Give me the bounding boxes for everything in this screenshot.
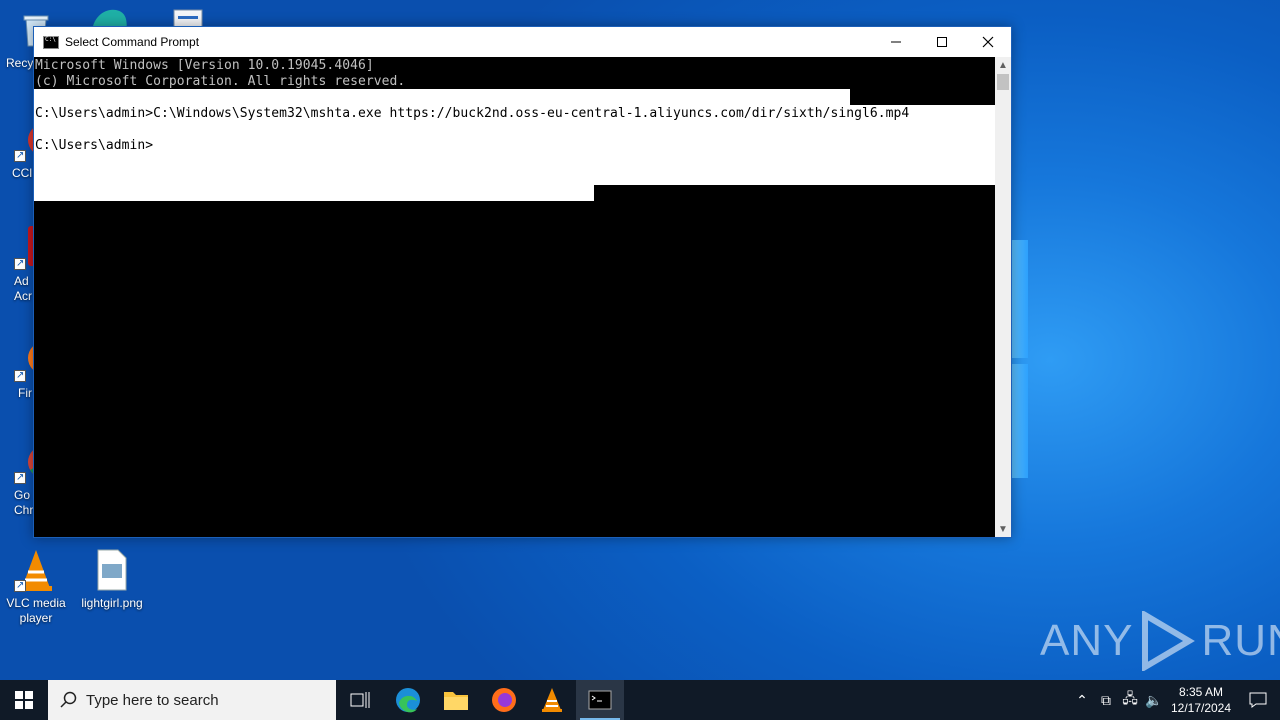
watermark-text-right: RUN — [1201, 616, 1280, 665]
taskbar-edge[interactable] — [384, 680, 432, 720]
network-sync-icon[interactable]: ⧉ — [1094, 692, 1118, 709]
start-button[interactable] — [0, 680, 48, 720]
shortcut-arrow-icon — [14, 470, 26, 485]
shortcut-arrow-icon — [14, 368, 26, 383]
taskbar-file-explorer[interactable] — [432, 680, 480, 720]
title-bar[interactable]: Select Command Prompt — [34, 27, 1011, 57]
console-line: (c) Microsoft Corporation. All rights re… — [35, 74, 406, 89]
console-line: C:\Users\admin>C:\Windows\System32\mshta… — [35, 106, 910, 121]
search-icon — [60, 691, 77, 708]
scroll-down-button[interactable]: ▼ — [995, 521, 1011, 537]
selection-highlight — [34, 185, 594, 201]
tray-overflow-chevron-icon[interactable]: ⌃ — [1070, 692, 1094, 709]
taskbar-command-prompt[interactable] — [576, 680, 624, 720]
desktop-icon-label: VLC media player — [6, 596, 66, 625]
volume-icon[interactable]: 🔈 — [1142, 692, 1166, 709]
image-file-icon — [90, 548, 134, 592]
chevron-up-icon: ▲ — [998, 59, 1008, 71]
scroll-up-button[interactable]: ▲ — [995, 57, 1011, 73]
vertical-scrollbar[interactable]: ▲ ▼ — [995, 57, 1011, 537]
firefox-icon — [492, 688, 516, 712]
taskbar-vlc[interactable] — [528, 680, 576, 720]
command-prompt-icon — [588, 690, 612, 710]
vlc-icon — [542, 688, 562, 712]
clock-time: 8:35 AM — [1178, 685, 1224, 699]
notification-icon — [1249, 692, 1267, 708]
desktop-icon-vlc[interactable]: VLC media player — [0, 548, 72, 626]
minimize-button[interactable] — [873, 27, 919, 57]
anyrun-watermark: ANY RUN — [1040, 608, 1280, 674]
window-title: Select Command Prompt — [65, 35, 200, 49]
console-icon — [43, 35, 59, 49]
clock-date: 12/17/2024 — [1170, 701, 1232, 715]
desktop-icon-label: lightgirl.png — [81, 596, 143, 610]
desktop-icon-lightgirl[interactable]: lightgirl.png — [76, 548, 148, 611]
console-output[interactable]: Microsoft Windows [Version 10.0.19045.40… — [34, 57, 995, 537]
close-button[interactable] — [965, 27, 1011, 57]
taskbar: Type here to search ⌃ ⧉ 🖧 🔈 8:35 AM 12/1… — [0, 680, 1280, 720]
windows-logo-wallpaper — [1010, 240, 1050, 480]
watermark-text-left: ANY — [1040, 616, 1134, 665]
close-icon — [982, 36, 994, 48]
selection-highlight — [34, 89, 850, 105]
search-placeholder: Type here to search — [86, 691, 219, 709]
network-icon[interactable]: 🖧 — [1118, 688, 1142, 712]
notification-center-button[interactable] — [1236, 692, 1280, 708]
chevron-down-icon: ▼ — [998, 523, 1008, 535]
console-line: Microsoft Windows [Version 10.0.19045.40… — [35, 58, 374, 73]
folder-icon — [444, 692, 468, 710]
minimize-icon — [891, 41, 901, 43]
maximize-button[interactable] — [919, 27, 965, 57]
shortcut-arrow-icon — [14, 578, 26, 593]
edge-icon — [396, 688, 420, 713]
taskbar-firefox[interactable] — [480, 680, 528, 720]
taskbar-search-box[interactable]: Type here to search — [48, 680, 336, 720]
scroll-thumb[interactable] — [997, 74, 1009, 90]
shortcut-arrow-icon — [14, 148, 26, 163]
task-view-button[interactable] — [336, 680, 384, 720]
console-prompt: C:\Users\admin> — [35, 138, 154, 153]
system-tray: ⌃ ⧉ 🖧 🔈 8:35 AM 12/17/2024 — [1070, 680, 1280, 720]
clock[interactable]: 8:35 AM 12/17/2024 — [1166, 684, 1236, 716]
task-view-icon — [350, 692, 370, 708]
maximize-icon — [937, 37, 947, 47]
command-prompt-window[interactable]: Select Command Prompt Microsoft Windows … — [33, 26, 1012, 538]
shortcut-arrow-icon — [14, 256, 26, 271]
windows-start-icon — [15, 691, 33, 709]
play-logo-icon — [1142, 611, 1196, 671]
vlc-icon — [14, 548, 58, 593]
